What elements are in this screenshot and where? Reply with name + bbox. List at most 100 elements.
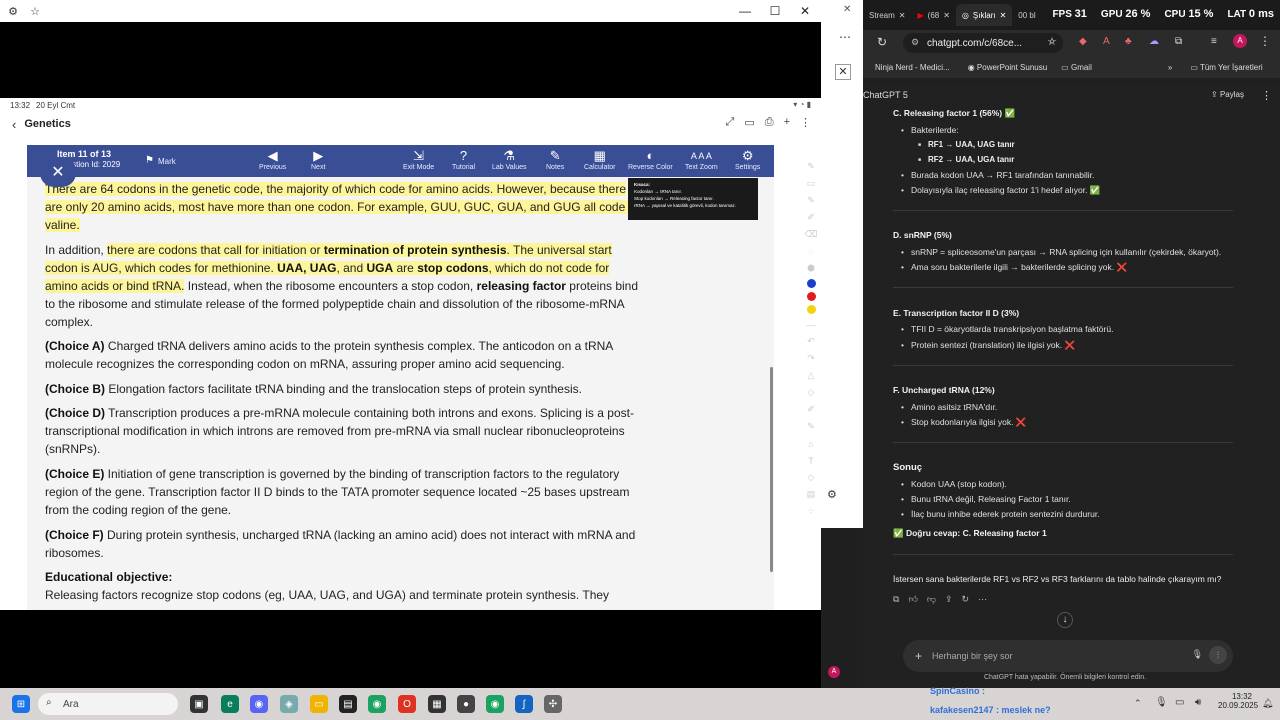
extension-icon[interactable]: ☁ <box>1149 36 1159 47</box>
lock-icon[interactable]: ⌂ <box>805 437 817 450</box>
maximize-button[interactable]: ☐ <box>760 0 790 22</box>
edge-icon[interactable]: e <box>221 695 239 713</box>
box-icon[interactable]: ▭ <box>805 177 817 190</box>
tutorial-button[interactable]: ? Tutorial <box>452 148 475 171</box>
lasso-icon[interactable]: ◌ <box>805 245 817 258</box>
save-icon[interactable]: ⎙ <box>765 116 774 129</box>
minimize-button[interactable]: — <box>730 0 760 22</box>
app-icon[interactable]: ✣ <box>544 695 562 713</box>
bookmark-item[interactable]: ▭ Gmail <box>1061 63 1092 72</box>
star-icon[interactable]: ☆ <box>26 2 44 20</box>
bookmark-item[interactable]: Ninja Nerd - Medici... <box>875 63 950 72</box>
folder-icon[interactable]: ▭ <box>310 695 328 713</box>
url-input[interactable]: ⚙ chatgpt.com/c/68ce... ⌕ <box>903 33 1063 53</box>
star-icon[interactable]: ☆ <box>1047 35 1057 48</box>
notification-icon[interactable]: 🔔︎ <box>1262 698 1273 709</box>
obs-icon[interactable]: ● <box>457 695 475 713</box>
marker-icon[interactable]: ✎ <box>805 420 817 433</box>
voice-mode-button[interactable]: ⫶ <box>1209 646 1227 664</box>
grid-icon[interactable]: ⁘ <box>805 505 817 518</box>
lab-values-button[interactable]: ⚗ Lab Values <box>492 148 527 171</box>
extension-icon[interactable]: ◆ <box>1079 36 1087 47</box>
menu-icon[interactable]: ≡ <box>1211 36 1217 47</box>
fill-icon[interactable]: ⬢ <box>805 262 817 275</box>
shape-icon[interactable]: △ <box>805 369 817 382</box>
windows-start-icon[interactable]: ⊞ <box>12 695 30 713</box>
chevron-up-icon[interactable]: ⌃ <box>1134 698 1142 709</box>
clock[interactable]: 13:32 20.09.2025 <box>1218 692 1258 710</box>
avatar[interactable]: A <box>828 666 840 678</box>
mark-button[interactable]: ⚑ Mark <box>145 153 176 169</box>
thumbs-up-icon[interactable]: 👍︎ <box>908 594 917 605</box>
scroll-down-button[interactable]: ↓ <box>1057 612 1073 628</box>
next-button[interactable]: ▶ Next <box>311 148 325 171</box>
add-icon[interactable]: + <box>915 649 922 663</box>
back-arrow-icon[interactable]: ‹ <box>12 117 16 132</box>
close-overlay-button[interactable]: ✕ <box>40 157 76 187</box>
scrollbar[interactable] <box>770 367 773 572</box>
eraser-icon[interactable]: ⌫ <box>805 228 818 241</box>
redo-icon[interactable]: ↷ <box>805 352 817 365</box>
share-icon[interactable]: ⇪ <box>945 594 953 605</box>
more-icon[interactable]: ⋯ <box>978 594 987 605</box>
tab-youtube[interactable]: ▶ (68 ✕ <box>912 4 956 26</box>
message-input[interactable]: Herhangi bir şey sor <box>932 651 1013 661</box>
calculator-button[interactable]: ▦ Calculator <box>584 148 616 171</box>
line-width-icon[interactable]: — <box>805 318 817 331</box>
discord-icon[interactable]: ◉ <box>250 695 268 713</box>
reload-icon[interactable]: ↻ <box>877 35 887 49</box>
extension-icon[interactable]: ♣ <box>1125 36 1132 47</box>
pen-icon[interactable]: ✎ <box>805 194 817 207</box>
color-red-swatch[interactable] <box>806 292 816 301</box>
thumbs-down-icon[interactable]: 👎︎ <box>927 594 936 605</box>
tab-chatgpt[interactable]: ◎ Şıkları ✕ <box>955 4 1013 26</box>
text-zoom-button[interactable]: A A A Text Zoom <box>685 148 718 171</box>
chrome-icon[interactable]: ◉ <box>486 695 504 713</box>
close-icon[interactable]: ✕ <box>835 64 851 80</box>
notes-button[interactable]: ✎ Notes <box>546 148 564 171</box>
book-icon[interactable]: ▭ <box>744 116 754 129</box>
extension-icon[interactable]: A <box>1103 36 1110 47</box>
settings-icon[interactable]: ⚙ <box>827 488 837 501</box>
more-icon[interactable]: ⋯ <box>839 30 851 44</box>
more-icon[interactable]: ⋮ <box>1259 34 1271 48</box>
exit-mode-button[interactable]: ⇲ Exit Mode <box>403 148 434 171</box>
color-blue-swatch[interactable] <box>806 279 816 288</box>
network-icon[interactable]: ▭ <box>1175 697 1184 708</box>
taskbar-search[interactable]: ⌕ Ara <box>38 693 178 715</box>
regenerate-icon[interactable]: ↻ <box>962 594 970 605</box>
chevron-right-icon[interactable]: » <box>1168 63 1172 72</box>
gear-icon[interactable]: ⚙ <box>4 2 22 20</box>
bookmark-item[interactable]: ◉ PowerPoint Sunusu <box>968 63 1047 72</box>
volume-icon[interactable]: 🔊︎ <box>1195 697 1201 708</box>
fill-icon[interactable]: ◇ <box>805 386 817 399</box>
text-icon[interactable]: T <box>805 454 817 467</box>
add-icon[interactable]: + <box>784 116 790 129</box>
close-window-button[interactable]: ✕ <box>790 0 820 22</box>
undo-icon[interactable]: ↶ <box>805 335 817 348</box>
chrome-icon[interactable]: ◉ <box>368 695 386 713</box>
microphone-icon[interactable]: 🎙︎ <box>1155 697 1168 708</box>
highlighter-icon[interactable]: ✐ <box>805 211 817 224</box>
expand-icon[interactable]: ⤢ <box>726 116 735 129</box>
tab-stream[interactable]: Stream ✕ <box>863 4 912 26</box>
terminal-icon[interactable]: ▤ <box>339 695 357 713</box>
app-icon[interactable]: ◈ <box>280 695 298 713</box>
task-view-icon[interactable]: ▣ <box>190 695 208 713</box>
more-icon[interactable]: ⋮ <box>1261 89 1272 102</box>
tab-other[interactable]: 00 bl <box>1012 4 1041 26</box>
bookmark-folder[interactable]: ▭ Tüm Yer İşaretleri <box>1190 63 1262 72</box>
previous-button[interactable]: ◀ Previous <box>259 148 286 171</box>
avatar[interactable]: A <box>1233 34 1247 48</box>
reverse-color-button[interactable]: ◐ Reverse Color <box>628 148 673 171</box>
app-icon[interactable]: ▦ <box>428 695 446 713</box>
copy-icon[interactable]: ⧉ <box>893 594 899 605</box>
settings-button[interactable]: ⚙ Settings <box>735 148 760 171</box>
more-icon[interactable]: ⋮ <box>800 116 811 129</box>
microphone-icon[interactable]: 🎙︎ <box>1192 649 1203 660</box>
pen-icon[interactable]: ✎ <box>805 160 817 173</box>
app-icon[interactable]: ∫ <box>515 695 533 713</box>
model-selector[interactable]: ChatGPT 5 <box>863 90 908 100</box>
highlighter-icon[interactable]: ✐ <box>805 403 817 416</box>
eraser-icon[interactable]: ◇ <box>805 471 817 484</box>
